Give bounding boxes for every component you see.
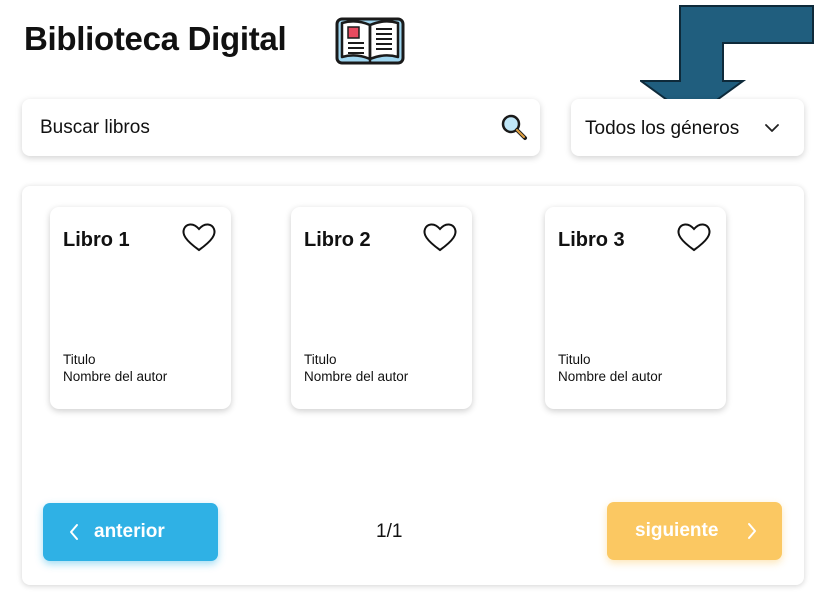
next-page-button[interactable]: siguiente	[607, 502, 782, 560]
book-card-meta: Titulo Nombre del autor	[63, 351, 167, 385]
book-card[interactable]: Libro 2 Titulo Nombre del autor	[291, 207, 472, 409]
book-author: Nombre del autor	[304, 369, 409, 384]
previous-page-button[interactable]: anterior	[43, 503, 218, 561]
book-title-label: Titulo	[558, 352, 591, 367]
heart-icon[interactable]	[676, 221, 712, 253]
book-card-meta: Titulo Nombre del autor	[558, 351, 662, 385]
books-panel: Libro 1 Titulo Nombre del autor Libro 2 …	[22, 186, 804, 585]
heart-icon[interactable]	[181, 221, 217, 253]
chevron-down-icon	[765, 124, 779, 132]
open-book-icon	[335, 17, 405, 65]
page-title: Biblioteca Digital	[24, 20, 287, 57]
next-page-label: siguiente	[635, 520, 719, 541]
book-card-title: Libro 2	[304, 229, 371, 251]
book-title-label: Titulo	[304, 352, 337, 367]
book-title-label: Titulo	[63, 352, 96, 367]
chevron-left-icon	[70, 524, 78, 540]
previous-page-label: anterior	[94, 521, 165, 542]
genre-dropdown[interactable]: Todos los géneros	[571, 99, 804, 156]
book-card-meta: Titulo Nombre del autor	[304, 351, 408, 385]
heart-icon[interactable]	[422, 221, 458, 253]
page-indicator: 1/1	[376, 521, 403, 542]
magnifier-icon[interactable]	[500, 113, 528, 141]
genre-selected-value: Todos los géneros	[585, 118, 740, 139]
book-card[interactable]: Libro 1 Titulo Nombre del autor	[50, 207, 231, 409]
book-card-title: Libro 3	[558, 229, 625, 251]
chevron-right-icon	[748, 523, 756, 539]
search-bar[interactable]: Buscar libros	[22, 99, 540, 156]
book-author: Nombre del autor	[63, 369, 168, 384]
book-author: Nombre del autor	[558, 369, 663, 384]
book-card[interactable]: Libro 3 Titulo Nombre del autor	[545, 207, 726, 409]
book-card-title: Libro 1	[63, 229, 130, 251]
search-input[interactable]: Buscar libros	[40, 117, 150, 139]
